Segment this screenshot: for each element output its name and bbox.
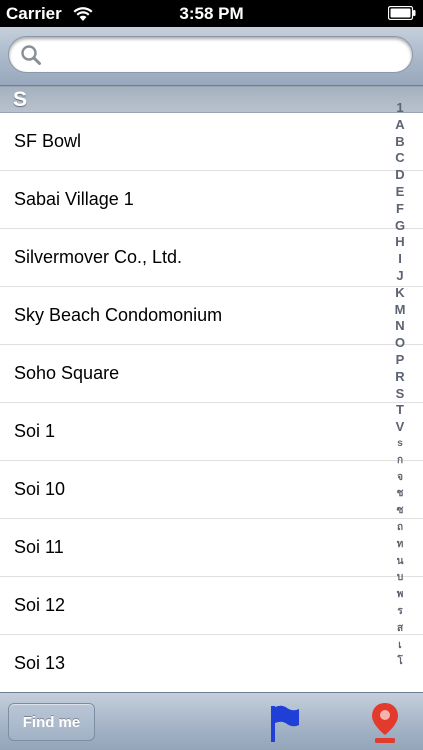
section-header-letter: S <box>13 88 28 111</box>
list-item[interactable]: SF Bowl <box>0 113 423 171</box>
search-input[interactable] <box>47 43 406 67</box>
index-item[interactable]: T <box>390 402 410 419</box>
index-item[interactable]: C <box>390 150 410 167</box>
list-item-label: Silvermover Co., Ltd. <box>14 247 183 267</box>
index-item[interactable]: H <box>390 234 410 251</box>
places-list: SF Bowl Sabai Village 1 Silvermover Co.,… <box>0 113 423 693</box>
index-item[interactable]: น <box>390 554 410 571</box>
search-field[interactable] <box>8 36 413 73</box>
list-item-label: SF Bowl <box>14 131 82 151</box>
flag-icon[interactable] <box>268 703 300 743</box>
index-item[interactable]: พ <box>390 587 410 604</box>
index-item[interactable]: K <box>390 285 410 302</box>
search-bar <box>0 27 423 86</box>
list-item[interactable]: Sky Beach Condomonium <box>0 287 423 345</box>
index-item[interactable]: E <box>390 184 410 201</box>
section-index[interactable]: 1 A B C D E F G H I J K M N O P R S T V … <box>390 100 410 671</box>
index-item[interactable]: ซ <box>390 503 410 520</box>
index-item[interactable]: F <box>390 201 410 218</box>
index-item[interactable]: ส <box>390 621 410 638</box>
list-item[interactable]: Silvermover Co., Ltd. <box>0 229 423 287</box>
index-item[interactable]: 1 <box>390 100 410 117</box>
list-item[interactable]: Sabai Village 1 <box>0 171 423 229</box>
bottom-toolbar: Find me <box>0 692 423 750</box>
index-item[interactable]: บ <box>390 570 410 587</box>
index-item[interactable]: N <box>390 318 410 335</box>
list-item-label: Soi 13 <box>14 653 66 673</box>
location-pin-icon[interactable] <box>370 701 400 745</box>
index-item[interactable]: R <box>390 369 410 386</box>
index-item[interactable]: ท <box>390 537 410 554</box>
list-item-label: Soi 11 <box>14 537 64 557</box>
index-item[interactable]: O <box>390 335 410 352</box>
index-item[interactable]: s <box>390 436 410 453</box>
list-item-label: Soi 1 <box>14 421 56 441</box>
list-item-label: Sabai Village 1 <box>14 189 134 209</box>
index-item[interactable]: ก <box>390 453 410 470</box>
index-item[interactable]: A <box>390 117 410 134</box>
status-bar: Carrier 3:58 PM <box>0 0 423 27</box>
list-item-label: Soho Square <box>14 363 120 383</box>
index-item[interactable]: ช <box>390 486 410 503</box>
index-item[interactable]: B <box>390 134 410 151</box>
index-item[interactable]: ร <box>390 604 410 621</box>
index-item[interactable]: เ <box>390 638 410 655</box>
list-item[interactable]: Soi 12 <box>0 577 423 635</box>
clock: 3:58 PM <box>179 4 244 23</box>
index-item[interactable]: V <box>390 419 410 436</box>
list-item[interactable]: Soi 10 <box>0 461 423 519</box>
index-item[interactable]: I <box>390 251 410 268</box>
list-item[interactable]: Soi 1 <box>0 403 423 461</box>
index-item[interactable]: M <box>390 302 410 319</box>
index-item[interactable]: J <box>390 268 410 285</box>
search-icon <box>21 45 41 65</box>
index-item[interactable]: ถ <box>390 520 410 537</box>
index-item[interactable]: โ <box>390 654 410 671</box>
index-item[interactable]: G <box>390 218 410 235</box>
battery-icon <box>388 6 416 20</box>
list-item-label: Soi 12 <box>14 595 66 615</box>
section-header: S <box>0 86 423 113</box>
list-item-label: Sky Beach Condomonium <box>14 305 223 325</box>
list-item-label: Soi 10 <box>14 479 66 499</box>
list-item[interactable]: Soho Square <box>0 345 423 403</box>
list-item[interactable]: Soi 13 <box>0 635 423 693</box>
find-me-button[interactable]: Find me <box>8 703 95 741</box>
index-item[interactable]: D <box>390 167 410 184</box>
index-item[interactable]: S <box>390 386 410 403</box>
list-item[interactable]: Soi 11 <box>0 519 423 577</box>
index-item[interactable]: จ <box>390 470 410 487</box>
index-item[interactable]: P <box>390 352 410 369</box>
